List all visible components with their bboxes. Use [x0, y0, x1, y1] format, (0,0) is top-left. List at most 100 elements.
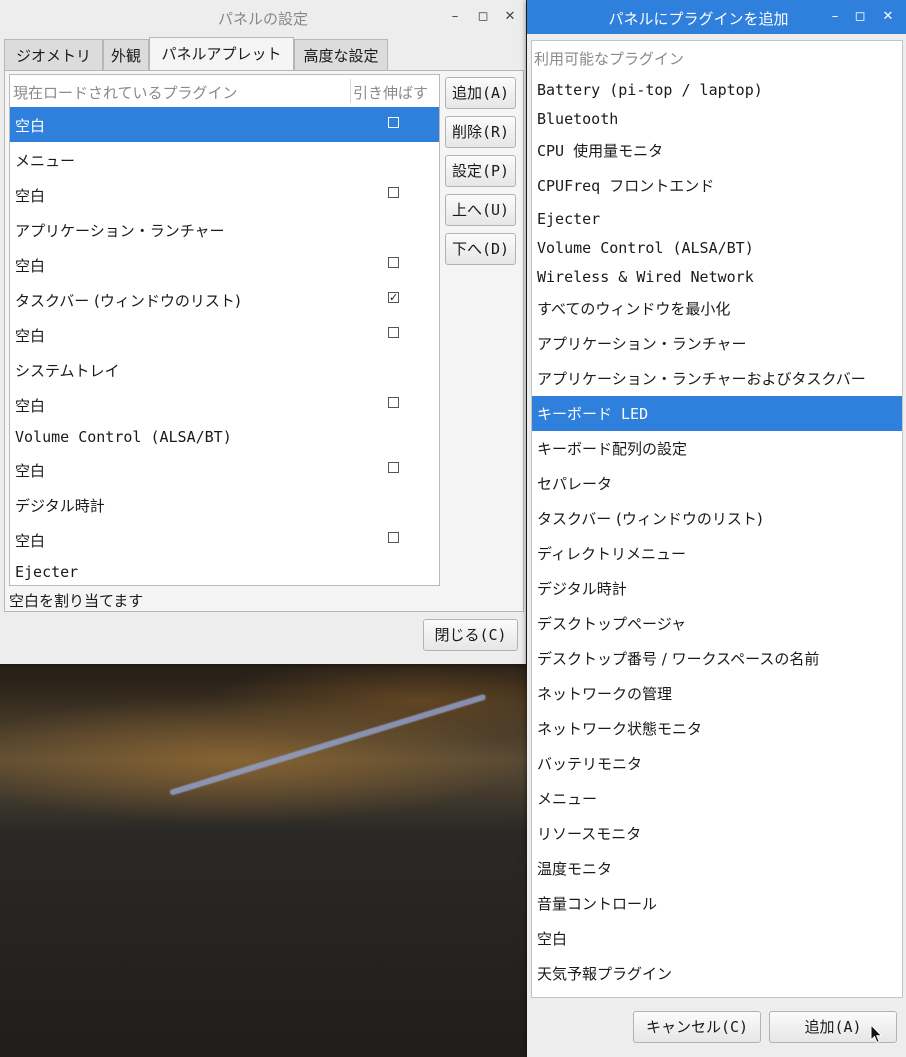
stretch-checkbox[interactable] — [388, 532, 399, 543]
plugin-name: 空白 — [15, 462, 46, 480]
minimize-icon[interactable]: – — [825, 7, 845, 27]
plugin-name: 天気予報プラグイン — [537, 965, 673, 983]
loaded-plugin-row[interactable]: メニュー — [10, 142, 439, 177]
move-up-button[interactable]: 上へ(U) — [445, 194, 516, 226]
loaded-plugin-row[interactable]: 空白 — [10, 522, 439, 557]
mouse-cursor-icon — [870, 1024, 883, 1044]
loaded-plugin-row[interactable]: 空白 — [10, 107, 439, 142]
close-icon[interactable]: ✕ — [878, 7, 898, 27]
available-plugin-row[interactable]: ディレクトリメニュー — [532, 536, 902, 571]
plugin-name: Ejecter — [15, 563, 79, 581]
available-plugin-row[interactable]: 天気予報プラグイン — [532, 956, 902, 991]
loaded-plugin-row[interactable]: システムトレイ — [10, 352, 439, 387]
available-plugin-row[interactable]: 空白 — [532, 921, 902, 956]
available-plugin-row[interactable]: ネットワークの管理 — [532, 676, 902, 711]
cancel-button[interactable]: キャンセル(C) — [633, 1011, 761, 1043]
available-plugin-row[interactable]: キーボード LED — [532, 396, 902, 431]
loaded-plugin-row[interactable]: 空白 — [10, 387, 439, 422]
loaded-plugin-row[interactable]: 空白 — [10, 247, 439, 282]
loaded-plugin-row[interactable]: 空白 — [10, 317, 439, 352]
close-button[interactable]: 閉じる(C) — [423, 619, 518, 651]
plugin-name: タスクバー (ウィンドウのリスト) — [15, 292, 241, 310]
available-plugin-row[interactable]: アプリケーション・ランチャー — [532, 326, 902, 361]
available-plugin-row[interactable]: 音量コントロール — [532, 886, 902, 921]
plugin-name: 空白 — [15, 187, 46, 205]
plugin-name: セパレータ — [537, 475, 613, 493]
available-plugin-row[interactable]: アプリケーション・ランチャーおよびタスクバー — [532, 361, 902, 396]
plugin-name: Volume Control (ALSA/BT) — [15, 428, 232, 446]
stretch-checkbox[interactable] — [388, 187, 399, 198]
plugin-name: CPU 使用量モニタ — [537, 142, 664, 160]
plugin-name: メニュー — [537, 790, 598, 808]
move-down-button[interactable]: 下へ(D) — [445, 233, 516, 265]
available-plugin-row[interactable]: キーボード配列の設定 — [532, 431, 902, 466]
available-plugin-row[interactable]: すべてのウィンドウを最小化 — [532, 291, 902, 326]
plugin-name: Ejecter — [537, 210, 601, 228]
loaded-plugin-row[interactable]: デジタル時計 — [10, 487, 439, 522]
column-header-stretch[interactable]: 引き伸ばす — [353, 82, 428, 103]
available-plugin-row[interactable]: デスクトップページャ — [532, 606, 902, 641]
available-plugin-row[interactable]: デジタル時計 — [532, 571, 902, 606]
plugin-name: メニュー — [15, 152, 76, 170]
available-plugin-row[interactable]: タスクバー (ウィンドウのリスト) — [532, 501, 902, 536]
plugin-name: 温度モニタ — [537, 860, 613, 878]
available-plugin-row[interactable]: リソースモニタ — [532, 816, 902, 851]
maximize-icon[interactable]: ◻ — [850, 7, 870, 27]
stretch-checkbox[interactable] — [388, 397, 399, 408]
available-plugin-row[interactable]: デスクトップ番号 / ワークスペースの名前 — [532, 641, 902, 676]
tab-advanced[interactable]: 高度な設定 — [294, 39, 388, 71]
list-header: 現在ロードされているプラグイン 引き伸ばす — [10, 75, 439, 108]
plugin-name: デスクトップ番号 / ワークスペースの名前 — [537, 650, 820, 668]
available-plugin-row[interactable]: 温度モニタ — [532, 851, 902, 886]
minimize-icon[interactable]: – — [445, 7, 465, 27]
loaded-plugin-row[interactable]: アプリケーション・ランチャー — [10, 212, 439, 247]
available-plugin-row[interactable]: CPUFreq フロントエンド — [532, 168, 902, 203]
title-bar[interactable]: パネルにプラグインを追加 – ◻ ✕ — [527, 0, 906, 34]
remove-plugin-button[interactable]: 削除(R) — [445, 116, 516, 148]
plugin-name: 空白 — [537, 930, 568, 948]
plugin-name: ネットワーク状態モニタ — [537, 720, 703, 738]
tab-appearance[interactable]: 外観 — [103, 39, 149, 71]
loaded-plugin-row[interactable]: Ejecter — [10, 555, 439, 585]
loaded-plugin-list[interactable]: 現在ロードされているプラグイン 引き伸ばす 空白 メニュー 空白 アプリケーション・ラ… — [9, 74, 440, 586]
plugin-name: 空白 — [15, 327, 46, 345]
available-plugin-row[interactable]: メニュー — [532, 781, 902, 816]
loaded-plugin-row[interactable]: 空白 — [10, 177, 439, 212]
loaded-plugin-row[interactable]: Volume Control (ALSA/BT) — [10, 420, 439, 455]
column-header-plugin[interactable]: 現在ロードされているプラグイン — [13, 82, 238, 103]
plugin-name: ディレクトリメニュー — [537, 545, 686, 563]
tab-geometry[interactable]: ジオメトリ — [4, 39, 103, 71]
plugin-name: バッテリモニタ — [537, 755, 643, 773]
plugin-name: 空白 — [15, 532, 46, 550]
maximize-icon[interactable]: ◻ — [473, 7, 493, 27]
stretch-checkbox[interactable] — [388, 257, 399, 268]
column-header-available[interactable]: 利用可能なプラグイン — [534, 48, 684, 69]
plugin-name: ネットワークの管理 — [537, 685, 673, 703]
available-plugin-row[interactable]: ネットワーク状態モニタ — [532, 711, 902, 746]
plugin-name: 音量コントロール — [537, 895, 658, 913]
plugin-name: 空白 — [15, 397, 46, 415]
stretch-checkbox[interactable] — [388, 327, 399, 338]
plugin-name: 空白 — [15, 257, 46, 275]
stretch-checkbox[interactable] — [388, 117, 399, 128]
stretch-checkbox[interactable]: ✓ — [388, 292, 399, 303]
plugin-name: システムトレイ — [15, 362, 120, 380]
available-plugin-row[interactable]: バッテリモニタ — [532, 746, 902, 781]
title-bar[interactable]: パネルの設定 – ◻ ✕ — [0, 0, 526, 34]
available-plugin-row[interactable]: CPU 使用量モニタ — [532, 133, 902, 168]
loaded-plugin-row[interactable]: タスクバー (ウィンドウのリスト) ✓ — [10, 282, 439, 317]
available-plugin-list[interactable]: 利用可能なプラグイン Battery (pi-top / laptop) Blue… — [531, 40, 903, 998]
plugin-name: すべてのウィンドウを最小化 — [537, 300, 731, 318]
add-plugin-button[interactable]: 追加(A) — [445, 77, 516, 109]
tab-panel-applets[interactable]: パネルアプレット — [149, 37, 294, 72]
stretch-checkbox[interactable] — [388, 462, 399, 473]
available-plugin-row[interactable]: セパレータ — [532, 466, 902, 501]
plugin-name: デジタル時計 — [537, 580, 627, 598]
plugin-name: アプリケーション・ランチャーおよびタスクバー — [537, 370, 866, 388]
plugin-name: キーボード配列の設定 — [537, 440, 688, 458]
plugin-name: アプリケーション・ランチャー — [15, 222, 225, 240]
plugin-preferences-button[interactable]: 設定(P) — [445, 155, 516, 187]
loaded-plugin-row[interactable]: 空白 — [10, 452, 439, 487]
plugin-name: キーボード LED — [537, 405, 649, 423]
column-divider — [350, 79, 351, 103]
